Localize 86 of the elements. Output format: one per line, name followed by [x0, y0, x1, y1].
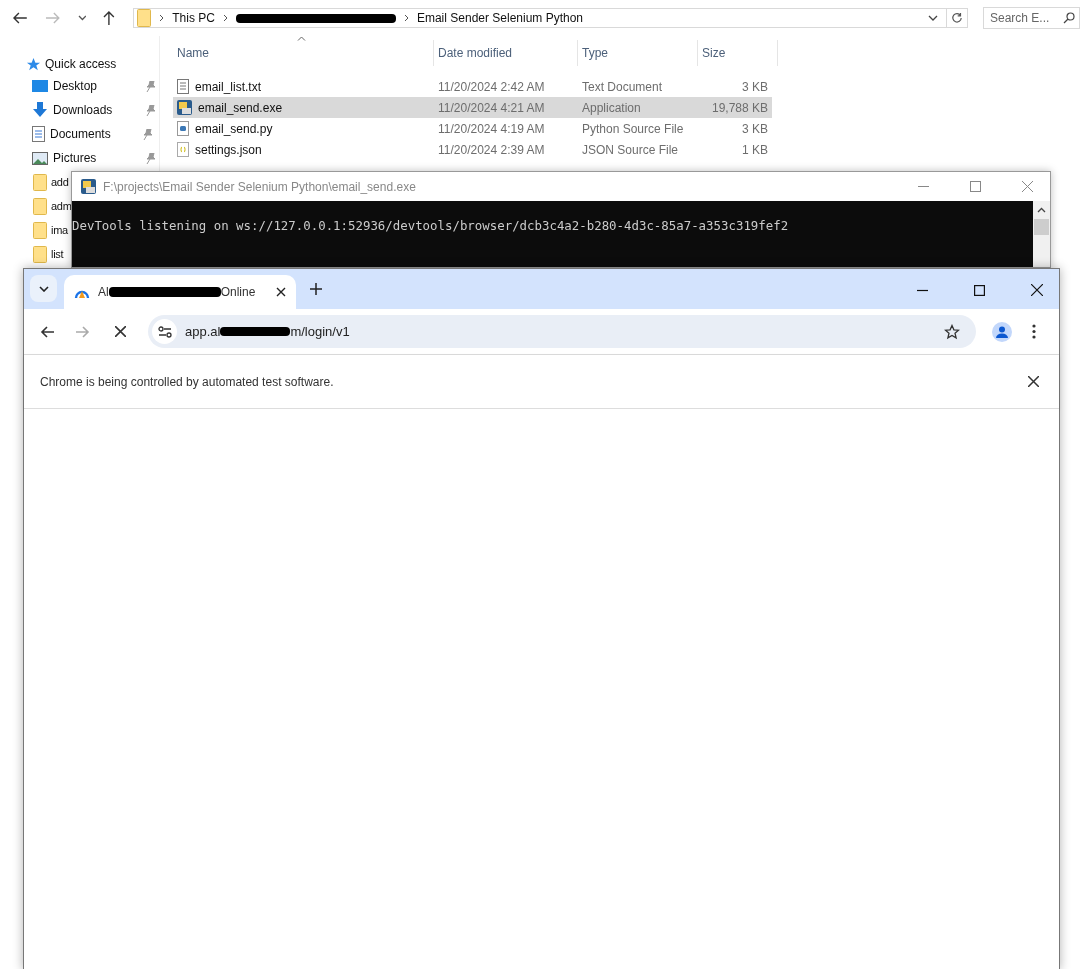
json-file-icon: [177, 142, 189, 157]
breadcrumb-item[interactable]: This PC: [172, 11, 215, 25]
size-cell-text: 3 KB: [741, 79, 769, 94]
file-row[interactable]: settings.json 11/20/2024 2:39 AM JSON Source File 1 KB: [173, 139, 772, 160]
column-header[interactable]: Name: [173, 40, 434, 66]
chevron-right-icon: [403, 14, 409, 22]
sidebar-item[interactable]: add: [51, 176, 69, 188]
application-icon: [177, 100, 192, 115]
size-cell-text: 3 KB: [741, 121, 769, 136]
new-tab-icon[interactable]: [310, 283, 322, 295]
column-header[interactable]: Date modified: [434, 40, 578, 66]
infobar-message: Chrome is being controlled by automated test software.: [40, 374, 334, 389]
browser-tab[interactable]: Al Online: [64, 275, 296, 309]
type-cell-text: JSON Source File: [581, 142, 680, 157]
tab-search-button[interactable]: [30, 275, 57, 302]
redaction-bar: [220, 327, 291, 336]
site-settings-button[interactable]: [152, 319, 177, 344]
sort-caret-icon: [297, 36, 306, 41]
chevron-down-icon[interactable]: [38, 285, 49, 292]
document-icon: [32, 126, 45, 142]
file-name: email_list.txt: [195, 79, 262, 94]
back-icon[interactable]: [40, 325, 54, 338]
scrollbar[interactable]: [1033, 201, 1050, 267]
date-cell-text: 11/20/2024 4:19 AM: [437, 121, 546, 136]
monitor-icon: [32, 79, 48, 93]
stop-icon[interactable]: [115, 326, 126, 337]
file-name: settings.json: [195, 142, 262, 157]
address-bar[interactable]: app.al m/login/v1: [148, 315, 976, 348]
folder-icon: [137, 9, 152, 27]
sidebar-item[interactable]: Pictures: [53, 151, 141, 165]
type-cell-text: Text Document: [581, 79, 664, 94]
folder-icon: [33, 221, 47, 239]
window-title: F:\projects\Email Sender Selenium Python\email_send.exe: [103, 179, 416, 194]
star-icon[interactable]: [944, 323, 960, 340]
column-header[interactable]: Type: [578, 40, 698, 66]
pin-icon[interactable]: [146, 80, 156, 92]
type-cell-text: Application: [581, 100, 642, 115]
pin-icon[interactable]: [143, 128, 153, 140]
pin-icon[interactable]: [146, 104, 156, 116]
file-name: email_send.exe: [198, 100, 283, 115]
python-file-icon: [177, 121, 189, 136]
scrollbar-thumb[interactable]: [1034, 219, 1049, 235]
refresh-icon[interactable]: [951, 12, 963, 24]
application-icon: [81, 179, 96, 194]
close-icon[interactable]: [276, 287, 286, 297]
image-icon: [32, 151, 48, 165]
address-bar[interactable]: This PC Email Sender Selenium Python: [133, 8, 968, 28]
star-icon: [26, 56, 41, 72]
folder-icon: [33, 197, 47, 215]
sidebar-item[interactable]: Downloads: [53, 103, 141, 117]
file-row[interactable]: email_list.txt 11/20/2024 2:42 AM Text Document 3 KB: [173, 76, 772, 97]
file-name: email_send.py: [195, 121, 273, 136]
chevron-up-icon[interactable]: [1037, 207, 1046, 213]
back-icon[interactable]: [12, 11, 28, 25]
size-cell-text: 19,788 KB: [710, 100, 769, 115]
chevron-down-icon[interactable]: [928, 15, 938, 21]
folder-icon: [33, 173, 47, 191]
sidebar-item[interactable]: list: [51, 248, 64, 260]
more-menu-icon[interactable]: [1032, 324, 1036, 339]
close-icon[interactable]: [1031, 284, 1043, 296]
file-row[interactable]: email_send.py 11/20/2024 4:19 AM Python Source File 3 KB: [173, 118, 772, 139]
chevron-right-icon: [222, 14, 228, 22]
maximize-icon[interactable]: [974, 285, 985, 296]
chevron-right-icon: [159, 14, 165, 22]
sidebar-item[interactable]: Documents: [50, 127, 138, 141]
text-file-icon: [177, 79, 189, 94]
console-output: DevTools listening on ws://127.0.0.1:52936/devtools/browser/dcb3c4a2-b280-4d3c-85a7-a353c319fef2: [72, 218, 790, 233]
folder-icon: [33, 245, 47, 263]
file-row[interactable]: email_send.exe 11/20/2024 4:21 AM Application 19,788 KB: [173, 97, 772, 118]
date-cell-text: 11/20/2024 2:42 AM: [437, 79, 546, 94]
up-arrow-icon[interactable]: [102, 10, 117, 26]
date-cell-text: 11/20/2024 4:21 AM: [437, 100, 546, 115]
sidebar-item[interactable]: ima: [51, 224, 68, 236]
chevron-down-icon[interactable]: [77, 15, 87, 21]
sliders-icon[interactable]: [157, 325, 172, 338]
sidebar-item[interactable]: Quick access: [45, 57, 117, 71]
close-icon[interactable]: [1028, 376, 1039, 387]
sidebar-item[interactable]: adm: [51, 200, 72, 212]
down-arrow-icon: [32, 102, 48, 118]
breadcrumb-item[interactable]: Email Sender Selenium Python: [416, 11, 584, 25]
date-cell-text: 11/20/2024 2:39 AM: [437, 142, 546, 157]
pin-icon[interactable]: [146, 152, 156, 164]
type-cell-text: Python Source File: [581, 121, 685, 136]
sidebar-item[interactable]: Desktop: [53, 79, 141, 93]
column-header[interactable]: Size: [698, 40, 778, 66]
size-cell-text: 1 KB: [741, 142, 769, 157]
